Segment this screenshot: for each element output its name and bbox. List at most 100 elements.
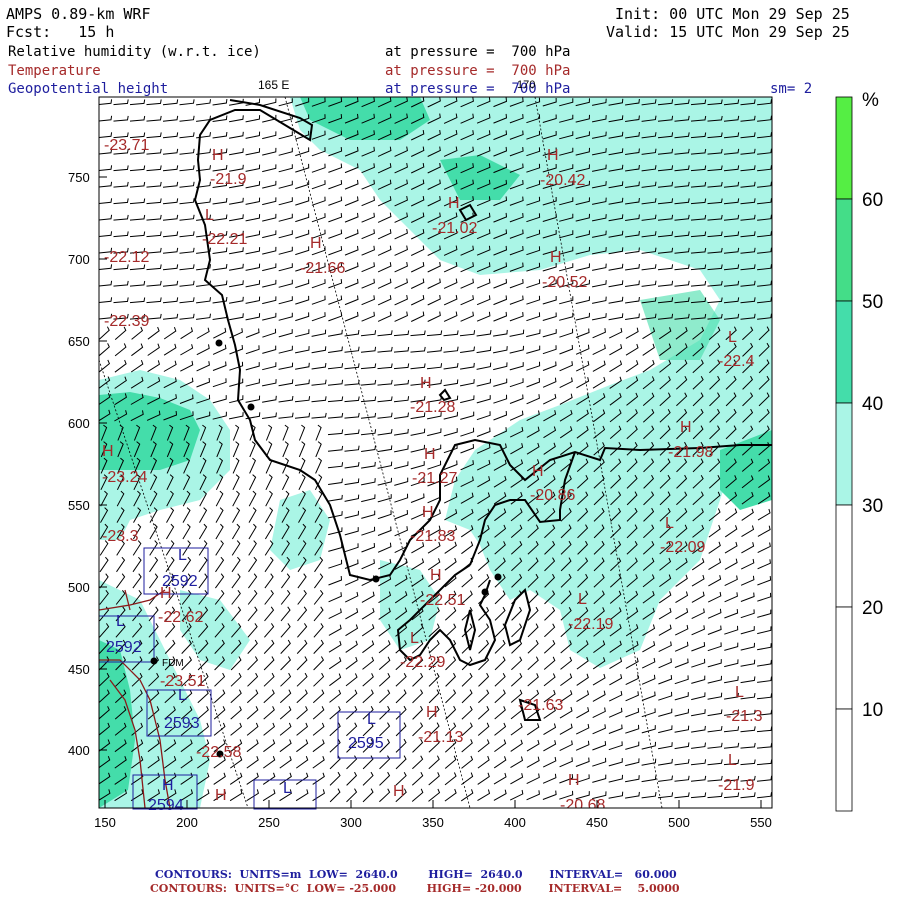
temperature-label: H (680, 419, 692, 436)
temperature-label: -21.13 (418, 729, 463, 746)
temperature-label: -20.68 (560, 797, 605, 814)
colorbar-segment (835, 300, 853, 404)
forecast-hour: Fcst: 15 h (6, 23, 115, 41)
colorbar-tick-label: 20 (862, 598, 883, 619)
temperature-contour-info: CONTOURS: UNITS=°C LOW= -25.000 HIGH= -2… (150, 882, 680, 895)
valid-time: Valid: 15 UTC Mon 29 Sep 25 (606, 23, 850, 41)
temperature-label: H (310, 235, 322, 252)
x-tick-label: 250 (258, 815, 280, 830)
temperature-label: -21.28 (410, 399, 455, 416)
colorbar-segment (835, 198, 853, 302)
temperature-label: -22.19 (568, 616, 613, 633)
geopotential-label: 2595 (348, 735, 384, 752)
colorbar-unit: % (862, 90, 879, 111)
temperature-label: -22.62 (158, 609, 203, 626)
y-tick-label: 550 (68, 498, 90, 513)
temperature-label: H (532, 463, 544, 480)
temperature-label: H (430, 567, 442, 584)
temperature-label: H (426, 704, 438, 721)
temperature-label: H (448, 195, 460, 212)
colorbar-segment (835, 708, 853, 812)
temperature-label: -21.66 (300, 260, 345, 277)
colorbar-tick-label: 50 (862, 292, 883, 313)
temperature-label: L (205, 207, 214, 224)
colorbar: 60 50 40 30 20 10 (835, 96, 883, 812)
x-tick-label: 550 (750, 815, 772, 830)
temperature-label: L (665, 515, 674, 532)
temperature-label: H (424, 446, 436, 463)
temperature-label: H (102, 443, 114, 460)
temperature-label: -21.83 (410, 528, 455, 545)
x-tick-label: 400 (504, 815, 526, 830)
temperature-label: H (215, 787, 227, 804)
rh-pressure-level: at pressure = 700 hPa (385, 44, 571, 60)
temperature-label: L (728, 752, 737, 769)
geopotential-label: 2594 (148, 797, 184, 814)
temperature-label: -23.24 (102, 469, 147, 486)
rh-field-label: Relative humidity (w.r.t. ice) (8, 44, 261, 60)
temperature-label: -22.21 (202, 231, 247, 248)
colorbar-segment (835, 402, 853, 506)
temperature-pressure-level: at pressure = 700 hPa (385, 63, 571, 79)
geopotential-label: 2593 (164, 715, 200, 732)
colorbar-tick-label: 60 (862, 190, 883, 211)
temperature-label: -20.52 (542, 274, 587, 291)
y-tick-label: 700 (68, 252, 90, 267)
x-tick-label: 500 (668, 815, 690, 830)
temperature-label: H (212, 147, 224, 164)
temperature-label: -22.58 (196, 744, 241, 761)
map-panel: FDM -23.71 H -21.9 L -22.21 H -21.66 -22.12 -22.… (68, 96, 883, 830)
y-tick-label: 600 (68, 416, 90, 431)
temperature-label: -21.98 (668, 444, 713, 461)
temperature-label: H (547, 147, 559, 164)
geopotential-label: 2592 (162, 573, 198, 590)
temperature-label: -20.86 (530, 487, 575, 504)
geopotential-label: L (116, 613, 125, 630)
temperature-label: -21.9 (210, 171, 247, 188)
y-tick-label: 450 (68, 662, 90, 677)
temperature-label: -22.09 (660, 539, 705, 556)
y-tick-label: 750 (68, 170, 90, 185)
temperature-label: L (410, 630, 419, 647)
temperature-label: H (422, 504, 434, 521)
temperature-label: -21.9 (718, 777, 755, 794)
colorbar-tick-label: 10 (862, 700, 883, 721)
temperature-label: -23.3 (102, 528, 139, 545)
temperature-label: -22.39 (104, 313, 149, 330)
init-time: Init: 00 UTC Mon 29 Sep 25 (615, 5, 850, 23)
geopotential-label: 2592 (106, 639, 142, 656)
longitude-170-label: 170 (517, 79, 536, 91)
x-tick-label: 150 (94, 815, 116, 830)
geopotential-contour-info: CONTOURS: UNITS=m LOW= 2640.0 HIGH= 2640… (155, 868, 677, 881)
temperature-label: -21.02 (432, 220, 477, 237)
temperature-label: L (578, 591, 587, 608)
longitude-165-label: 165 E (258, 78, 290, 92)
temperature-label: -21.63 (518, 697, 563, 714)
x-tick-label: 200 (176, 815, 198, 830)
temperature-label: L (735, 684, 744, 701)
colorbar-segment (835, 606, 853, 710)
temperature-label: -23.71 (104, 137, 149, 154)
station-label-fdm: FDM (162, 658, 184, 669)
temperature-label: L (728, 329, 737, 346)
colorbar-tick-label: 40 (862, 394, 883, 415)
temperature-label: -22.4 (718, 353, 755, 370)
temperature-label: -22.29 (400, 654, 445, 671)
temperature-label: H (550, 249, 562, 266)
temperature-label: -22.51 (420, 592, 465, 609)
y-tick-label: 500 (68, 580, 90, 595)
geopotential-label: L (283, 780, 292, 797)
geopotential-label: L (367, 711, 376, 728)
model-title: AMPS 0.89-km WRF (6, 5, 151, 23)
geopotential-pressure-level: at pressure = 700 hPa (385, 81, 571, 97)
temperature-label: -21.27 (412, 470, 457, 487)
temperature-label: -21.3 (726, 708, 763, 725)
y-tick-label: 650 (68, 334, 90, 349)
temperature-label: H (568, 772, 580, 789)
colorbar-segment (835, 504, 853, 608)
colorbar-tick-label: 30 (862, 496, 883, 517)
colorbar-segment (835, 96, 853, 200)
temperature-label: -22.12 (104, 249, 149, 266)
temperature-label: H (393, 783, 405, 800)
geopotential-label: H (162, 777, 174, 794)
